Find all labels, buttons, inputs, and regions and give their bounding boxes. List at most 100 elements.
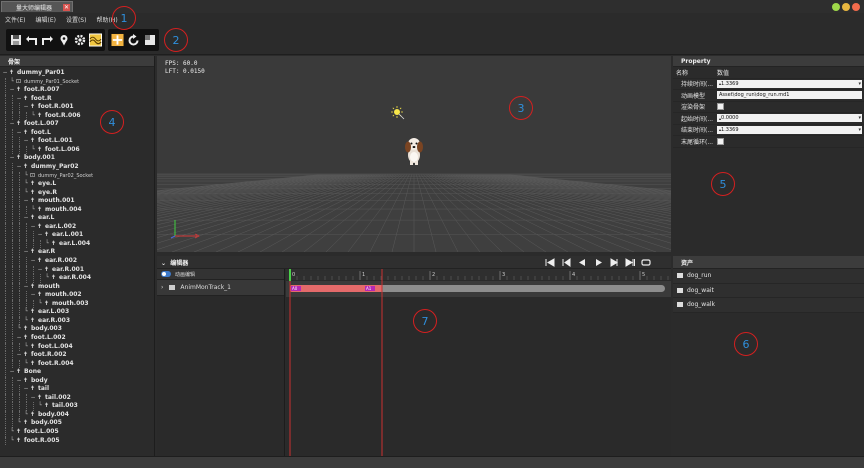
close-window-button[interactable]	[852, 3, 860, 11]
3d-viewport[interactable]: FPS: 60.0 LFT: 0.0150	[157, 56, 671, 252]
property-text-field[interactable]: Asset\dog_run\dog_run.md1	[717, 91, 862, 100]
menu-edit[interactable]: 编辑(E)	[35, 15, 55, 24]
collapse-icon[interactable]: ⌄	[161, 260, 166, 267]
skeleton-node[interactable]: − ✝ body	[0, 376, 154, 386]
skeleton-node[interactable]: └ ✝ foot.R.004	[0, 359, 154, 369]
property-spinbox[interactable]: ▴ 1.3369 ▾	[717, 79, 862, 88]
skeleton-node[interactable]: └ ✝ mouth.003	[0, 299, 154, 309]
skeleton-node[interactable]: └ ✝ foot.R.006	[0, 111, 154, 121]
undo-icon[interactable]	[25, 32, 38, 48]
skeleton-node[interactable]: − ✝ foot.L.007	[0, 120, 154, 129]
skeleton-node[interactable]: − ✝ ear.R	[0, 248, 154, 258]
skip-start-icon[interactable]	[545, 258, 555, 267]
tab-close-icon[interactable]: ✕	[63, 4, 70, 11]
skeleton-node[interactable]: └ ✝ eye.L	[0, 180, 154, 189]
timeline[interactable]: 0123456A0A1	[286, 269, 671, 456]
menu-settings[interactable]: 设置(S)	[66, 15, 87, 24]
skeleton-node[interactable]: − ✝ foot.R.007	[0, 86, 154, 95]
skeleton-node[interactable]: − ✝ foot.R.001	[0, 103, 154, 112]
menu-file[interactable]: 文件(E)	[5, 15, 25, 24]
skeleton-node[interactable]: └ ✝ foot.L.004	[0, 342, 154, 352]
skip-end-icon[interactable]	[625, 258, 635, 267]
save-icon[interactable]	[9, 32, 22, 48]
skeleton-node[interactable]: └ ✝ foot.R.005	[0, 436, 154, 446]
property-row: 动画模型 Asset\dog_run\dog_run.md1	[673, 90, 864, 102]
property-panel: Property 名称 数值 持续时间(... ▴ 1.3369 ▾ 动画模型 Asse…	[673, 56, 864, 252]
skeleton-node[interactable]: └ ✝ body.003	[0, 325, 154, 334]
skeleton-node[interactable]: − ✝ foot.L	[0, 128, 154, 138]
play-icon[interactable]	[593, 258, 603, 267]
skeleton-node[interactable]: − ✝ ear.L.002	[0, 222, 154, 232]
skeleton-node[interactable]: └ ✝ body.004	[0, 410, 154, 420]
time-ruler[interactable]	[286, 269, 671, 280]
spin-down-icon[interactable]: ▾	[858, 127, 861, 133]
skeleton-node[interactable]: − ✝ ear.L.001	[0, 231, 154, 240]
redo-icon[interactable]	[41, 32, 54, 48]
bone-icon: ✝	[43, 299, 50, 307]
skeleton-node[interactable]: └ ✝ mouth.004	[0, 205, 154, 215]
light-gizmo-icon[interactable]	[391, 106, 405, 120]
minimize-button[interactable]	[832, 3, 840, 11]
gear-icon[interactable]	[73, 32, 86, 48]
skeleton-node[interactable]: − ✝ foot.R.002	[0, 351, 154, 360]
skeleton-node[interactable]: − ✝ foot.L.002	[0, 333, 154, 343]
skeleton-node[interactable]: − ✝ ear.R.001	[0, 265, 154, 275]
skeleton-node[interactable]: └ ✝ foot.L.006	[0, 145, 154, 155]
skeleton-node[interactable]: − ✝ Bone	[0, 368, 154, 377]
pin-icon[interactable]	[57, 32, 70, 48]
timeline-canvas[interactable]: 0123456A0A1	[286, 269, 671, 456]
property-checkbox[interactable]	[717, 103, 724, 111]
rotate-icon[interactable]	[127, 32, 140, 48]
skeleton-node[interactable]: − ✝ mouth	[0, 282, 154, 292]
menu-help[interactable]: 帮助(H)	[96, 15, 117, 24]
skeleton-node[interactable]: − ✝ foot.L.001	[0, 137, 154, 146]
anim-edit-toggle[interactable]	[161, 271, 171, 277]
skeleton-node[interactable]: └ ✝ body.005	[0, 419, 154, 428]
skeleton-node[interactable]: − ✝ tail.002	[0, 393, 154, 403]
loop-icon[interactable]	[641, 258, 651, 267]
skeleton-node-label: body.001	[24, 154, 55, 162]
skeleton-node[interactable]: − ✝ foot.R	[0, 94, 154, 104]
skeleton-node[interactable]: − ✝ ear.R.002	[0, 257, 154, 266]
skeleton-node[interactable]: └ ⊡ dummy_Par01_Socket	[0, 77, 154, 87]
skeleton-node[interactable]: └ ✝ ear.R.004	[0, 274, 154, 283]
skeleton-node[interactable]: − ✝ mouth.002	[0, 291, 154, 300]
skeleton-node[interactable]: − ✝ mouth.001	[0, 197, 154, 206]
skeleton-node[interactable]: └ ✝ foot.L.005	[0, 427, 154, 437]
property-spinbox[interactable]: ▴ 1.3369 ▾	[717, 125, 862, 134]
prev-key-icon[interactable]	[561, 258, 571, 267]
skeleton-node[interactable]: − ✝ tail	[0, 385, 154, 394]
skeleton-node[interactable]: − ✝ dummy_Par01	[0, 69, 154, 78]
skeleton-node[interactable]: − ✝ dummy_Par02	[0, 163, 154, 172]
scale-icon[interactable]	[143, 32, 156, 48]
skeleton-node[interactable]: − ✝ ear.L	[0, 214, 154, 223]
skeleton-node[interactable]: └ ✝ ear.L.004	[0, 239, 154, 249]
asset-item[interactable]: dog_wait	[673, 283, 864, 298]
skeleton-node[interactable]: └ ✝ ear.L.003	[0, 308, 154, 317]
expand-track-icon[interactable]: ›	[161, 284, 163, 291]
step-forward-icon[interactable]	[609, 258, 619, 267]
dog-model[interactable]	[403, 136, 425, 166]
skeleton-node[interactable]: └ ✝ ear.R.003	[0, 316, 154, 326]
skeleton-node[interactable]: └ ✝ tail.003	[0, 402, 154, 411]
asset-item[interactable]: dog_run	[673, 269, 864, 284]
skeleton-node[interactable]: └ ✝ eye.R	[0, 188, 154, 198]
skeleton-node-label: foot.L.002	[31, 333, 66, 341]
property-checkbox[interactable]	[717, 137, 724, 145]
wave-icon[interactable]	[89, 32, 102, 48]
skeleton-node[interactable]: └ ⊡ dummy_Par02_Socket	[0, 171, 154, 181]
spin-down-icon[interactable]: ▾	[858, 81, 861, 87]
transform-icon[interactable]	[111, 32, 124, 48]
step-back-icon[interactable]	[577, 258, 587, 267]
spin-down-icon[interactable]: ▾	[858, 115, 861, 121]
skeleton-node-label: ear.R.001	[52, 265, 85, 273]
asset-item[interactable]: dog_walk	[673, 298, 864, 313]
skeleton-node[interactable]: − ✝ body.001	[0, 154, 154, 164]
property-row: 末尾循环(...	[673, 136, 864, 148]
track-list-header: 动画编辑	[157, 269, 284, 280]
window-tab[interactable]: 量大师编辑器 ✕	[1, 1, 73, 12]
anim-track-row[interactable]: › AnimMonTrack_1	[157, 280, 284, 296]
property-spinbox[interactable]: ▴ 0.0000 ▾	[717, 114, 862, 123]
skeleton-node-label: foot.L.006	[45, 145, 80, 153]
maximize-button[interactable]	[842, 3, 850, 11]
